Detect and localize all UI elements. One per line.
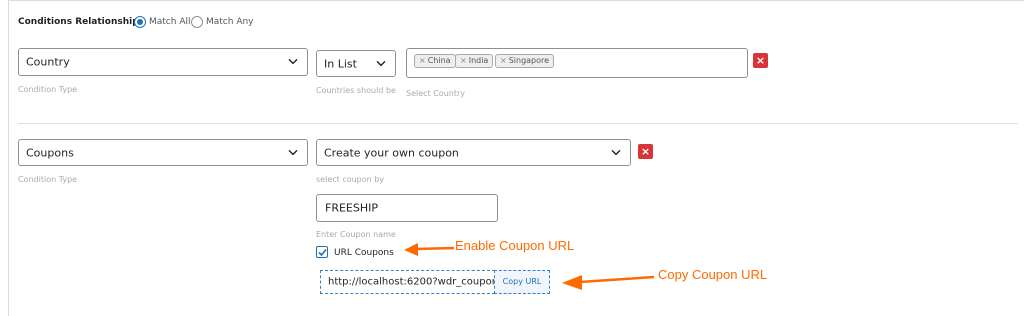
operator-select[interactable]: In List (316, 50, 396, 77)
arrow-left-icon (404, 243, 455, 256)
coupon-method-select[interactable]: Create your own coupon (316, 139, 631, 166)
coupon-name-input[interactable]: FREESHIP (316, 194, 498, 222)
values-hint: Select Country (406, 89, 466, 98)
token-singapore[interactable]: × Singapore (495, 54, 555, 68)
match-all-label[interactable]: Match All (149, 17, 190, 27)
chevron-down-icon (288, 149, 298, 155)
match-all-radio[interactable] (134, 16, 146, 28)
condition-type-hint: Condition Type (18, 85, 78, 94)
condition-type-hint: Condition Type (18, 175, 78, 184)
remove-token-icon[interactable]: × (419, 56, 426, 65)
checkmark-icon (318, 248, 327, 257)
token-india[interactable]: × India (455, 54, 494, 68)
conditions-relationship-label: Conditions Relationship (18, 17, 139, 27)
copy-url-button[interactable]: Copy URL (494, 270, 550, 294)
remove-token-icon[interactable]: × (500, 56, 507, 65)
coupon-name-value: FREESHIP (325, 201, 379, 215)
remove-condition-button[interactable]: × (638, 144, 653, 159)
chevron-down-icon (376, 60, 386, 66)
chevron-down-icon (611, 149, 621, 155)
token-china[interactable]: × China (414, 54, 456, 68)
url-coupons-label[interactable]: URL Coupons (334, 248, 394, 258)
match-any-radio[interactable] (191, 16, 203, 28)
arrow-left-icon (562, 275, 655, 290)
coupon-url-field[interactable]: http://localhost:6200?wdr_coupon=FREESHI… (320, 270, 495, 294)
operator-hint: Countries should be (316, 86, 396, 95)
annotation-copy-coupon-url: Copy Coupon URL (658, 267, 768, 282)
remove-condition-button[interactable]: × (753, 53, 768, 68)
condition-type-value: Coupons (26, 146, 74, 159)
url-coupons-checkbox[interactable] (316, 246, 328, 258)
condition-divider (18, 123, 1018, 124)
coupon-name-hint: Enter Coupon name (316, 230, 396, 239)
remove-token-icon[interactable]: × (460, 56, 467, 65)
match-any-label[interactable]: Match Any (206, 17, 254, 27)
chevron-down-icon (288, 58, 298, 65)
coupon-method-hint: select coupon by (316, 175, 385, 184)
coupon-method-value: Create your own coupon (324, 146, 459, 159)
condition-type-value: Country (26, 55, 70, 69)
annotation-enable-coupon-url: Enable Coupon URL (455, 238, 575, 253)
coupon-url-value: http://localhost:6200?wdr_coupon=FREESHI… (328, 276, 494, 288)
condition-type-select-coupons[interactable]: Coupons (18, 139, 308, 166)
country-multiselect[interactable]: × China × India × Singapore (406, 48, 748, 78)
operator-value: In List (324, 57, 357, 70)
condition-type-select-country[interactable]: Country (18, 48, 308, 76)
